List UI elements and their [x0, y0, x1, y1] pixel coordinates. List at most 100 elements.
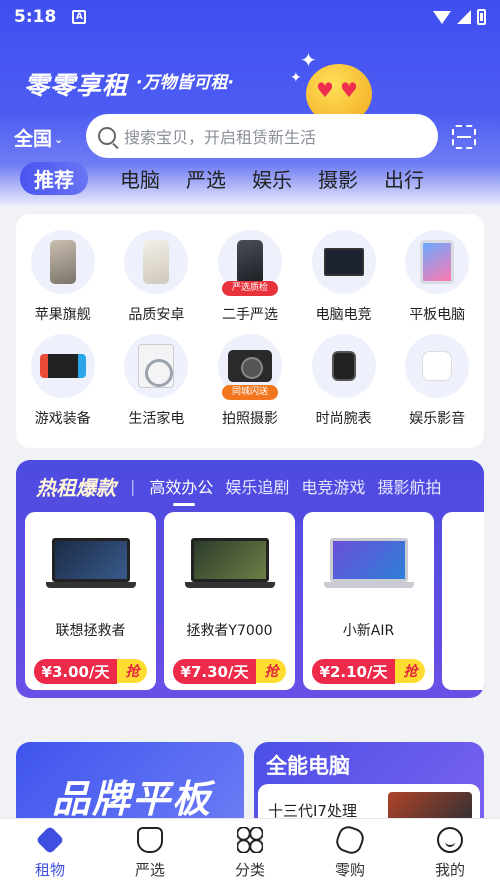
nav-label: 零购 [334, 861, 365, 879]
chevron-down-icon: ⌄ [54, 133, 64, 146]
nav-categories[interactable]: 分类 [210, 827, 290, 880]
hot-rentals-section: 热租爆款 | 高效办公 娱乐追剧 电竞游戏 摄影航拍 联想拯救者 ¥3.00/天… [16, 460, 484, 698]
product-card[interactable]: ¥1 [442, 512, 484, 690]
status-bar: 5:18 A [0, 0, 500, 34]
nav-zero-buy[interactable]: 零购 [310, 823, 390, 880]
android-phone-icon [124, 230, 189, 294]
camera-icon: 同城闪送 [217, 334, 282, 400]
product-card[interactable]: 联想拯救者 ¥3.00/天 抢 [25, 512, 156, 690]
nav-label: 我的 [434, 861, 465, 879]
region-label: 全国 [14, 128, 53, 150]
grab-button[interactable]: 抢 [117, 659, 148, 683]
heart-eye-icon: ♥ [340, 78, 358, 102]
category-item[interactable]: 生活家电 [110, 334, 204, 428]
tab-recommend[interactable]: 推荐 [20, 161, 88, 195]
product-price: ¥3.00/天 [33, 658, 118, 684]
product-card[interactable]: 拯救者Y7000 ¥7.30/天 抢 [164, 512, 295, 690]
category-tag: 同城闪送 [221, 385, 278, 400]
badge-icon [333, 823, 367, 857]
category-label: 娱乐影音 [409, 411, 466, 427]
bottom-nav: 租物 严选 分类 零购 我的 [0, 818, 500, 888]
category-label: 拍照摄影 [221, 411, 278, 427]
scan-icon[interactable] [452, 125, 476, 149]
product-price: ¥2.10/天 [311, 658, 396, 684]
category-item[interactable]: 平板电脑 [390, 230, 484, 324]
game-console-icon [30, 334, 95, 398]
hot-tab-drama[interactable]: 娱乐追剧 [225, 474, 289, 498]
shield-icon [137, 827, 163, 853]
category-label: 品质安卓 [128, 307, 185, 323]
category-item[interactable]: 娱乐影音 [390, 334, 484, 428]
product-name: 小新AIR [342, 623, 395, 639]
nav-label: 租物 [34, 861, 65, 879]
category-label: 电脑电竞 [315, 307, 372, 323]
heart-eye-icon: ♥ [316, 78, 334, 102]
search-placeholder: 搜索宝贝，开启租赁新生活 [124, 128, 317, 147]
category-item[interactable]: 品质安卓 [110, 230, 204, 324]
tab-selected[interactable]: 严选 [186, 164, 226, 193]
price-tag[interactable]: ¥7.30/天 抢 [172, 658, 287, 684]
earbuds-icon [405, 334, 470, 398]
category-item[interactable]: 苹果旗舰 [16, 230, 110, 324]
category-label: 生活家电 [128, 411, 185, 427]
nav-selected[interactable]: 严选 [110, 827, 190, 880]
product-card[interactable]: 小新AIR ¥2.10/天 抢 [303, 512, 434, 690]
hot-tab-esports[interactable]: 电竞游戏 [301, 474, 365, 498]
price-tag[interactable]: ¥2.10/天 抢 [311, 658, 426, 684]
search-bar[interactable]: 搜索宝贝，开启租赁新生活 [86, 114, 438, 158]
nav-rent[interactable]: 租物 [10, 825, 90, 880]
brand-logo: 零零享租 [24, 71, 129, 100]
tab-entertainment[interactable]: 娱乐 [252, 164, 292, 193]
washer-icon [124, 334, 189, 398]
nav-label: 分类 [234, 861, 265, 879]
notification-icon: A [72, 10, 87, 24]
promo-right-title: 全能电脑 [266, 754, 350, 778]
wifi-icon [433, 10, 451, 24]
category-label: 时尚腕表 [315, 411, 372, 427]
region-selector[interactable]: 全国 ⌄ [14, 124, 63, 151]
category-tag: 严选质检 [221, 281, 278, 296]
tab-travel[interactable]: 出行 [384, 164, 424, 193]
product-name: 拯救者Y7000 [186, 623, 273, 639]
category-item[interactable]: 同城闪送 拍照摄影 [203, 334, 297, 428]
search-icon [98, 127, 116, 145]
product-price: ¥7.30/天 [172, 658, 257, 684]
profile-icon [437, 827, 463, 853]
category-tabs: 推荐 电脑 严选 娱乐 摄影 出行 [20, 161, 450, 195]
category-label: 二手严选 [221, 307, 278, 323]
nav-mine[interactable]: 我的 [410, 827, 490, 880]
sparkle-icon: ✦ [300, 48, 317, 72]
grab-button[interactable]: 抢 [395, 659, 426, 683]
hot-tab-aerial[interactable]: 摄影航拍 [377, 474, 441, 498]
category-label: 平板电脑 [409, 307, 466, 323]
iphone-icon [30, 230, 95, 294]
category-label: 苹果旗舰 [34, 307, 91, 323]
battery-icon [477, 9, 486, 25]
grab-button[interactable]: 抢 [256, 659, 287, 683]
product-name: 联想拯救者 [55, 623, 126, 639]
category-item[interactable]: 电脑电竞 [297, 230, 391, 324]
tablet-icon [405, 230, 470, 294]
hot-title: 热租爆款 [36, 475, 116, 500]
brand-slogan: ·万物皆可租· [136, 73, 234, 93]
laptop-image [323, 538, 414, 588]
used-phone-icon: 严选质检 [217, 230, 282, 296]
rent-icon [35, 825, 65, 855]
laptop-image [184, 538, 275, 588]
category-item[interactable]: 游戏装备 [16, 334, 110, 428]
promo-left-text: 品牌平板 [52, 777, 213, 821]
hot-separator: | [130, 476, 136, 496]
category-item[interactable]: 时尚腕表 [297, 334, 391, 428]
tab-photography[interactable]: 摄影 [318, 164, 358, 193]
grid-icon [237, 827, 263, 853]
category-grid-card: 苹果旗舰 品质安卓 严选质检 二手严选 电脑电竞 平板电脑 游戏装备 生活家电 … [16, 214, 484, 448]
tab-computer[interactable]: 电脑 [120, 164, 160, 193]
watch-icon [311, 334, 376, 398]
status-time: 5:18 [14, 7, 57, 27]
category-item[interactable]: 严选质检 二手严选 [203, 230, 297, 324]
hot-tab-office[interactable]: 高效办公 [149, 474, 213, 506]
price-tag[interactable]: ¥3.00/天 抢 [33, 658, 148, 684]
signal-icon [457, 10, 471, 24]
nav-label: 严选 [134, 861, 165, 879]
laptop-image [45, 538, 136, 588]
